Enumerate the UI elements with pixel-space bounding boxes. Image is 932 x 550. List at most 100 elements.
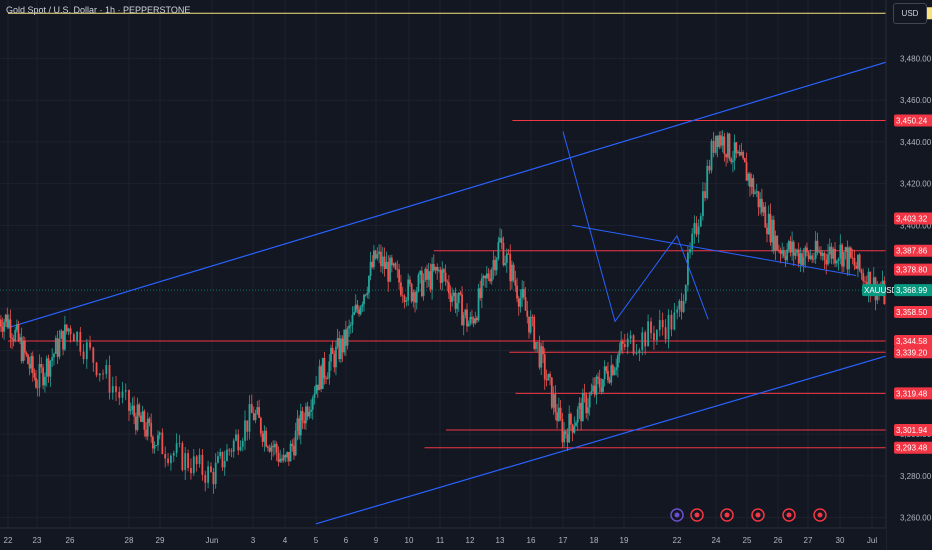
candle-body [344,329,347,346]
time-axis[interactable]: 22 23 26 28 29 Jun 3 4 5 6 9 10 11 12 13 16 17 18 19 22 24 25… [0,527,886,550]
candle-body [385,261,388,269]
price-chart[interactable]: 3,260.003,280.003,300.003,320.003,340.00… [0,0,932,550]
candle-body [98,373,101,376]
candle-body [655,330,658,341]
candle-body [373,250,375,268]
candle-body [195,456,198,465]
candle-body [578,402,581,410]
candle-body [412,292,415,302]
currency-button[interactable]: USD [893,3,927,24]
candle-body [298,418,301,436]
candle-body [348,325,351,329]
candle-body [608,380,611,383]
candle-body [148,418,151,423]
candle-body [712,140,715,153]
candle-body [737,151,739,154]
price-tag-label: 3,339.20 [896,348,928,357]
candle-body [306,406,309,417]
candle-body [797,249,800,264]
candle-body [228,449,231,451]
candle-body [519,297,522,307]
candle-body [67,328,70,332]
candle-body [587,407,589,414]
y-tick-label: 3,460.00 [900,96,932,105]
candle-body [390,257,393,266]
candle-body [524,297,527,311]
candle-body [832,248,835,259]
candle-body [420,270,423,297]
price-tag-label: 3,378.80 [896,266,928,275]
candle-body [801,253,803,266]
candle-body [526,310,529,317]
candle-body [762,206,765,213]
candle-body [102,373,104,375]
candle-body [590,391,593,395]
candle-body [161,432,164,455]
x-tick-label: 23 [33,536,42,545]
candle-body [405,300,408,302]
event-dot-icon [674,512,680,518]
candle-body [860,269,863,274]
candle-body [848,247,851,270]
candle-body [620,341,623,351]
candle-body [480,278,483,298]
candle-body [92,347,95,363]
candle-body [427,271,430,280]
candle-body [151,436,154,449]
candle-body [281,458,283,461]
candle-body [583,393,586,395]
candle-body [346,328,349,346]
candle-body [6,314,9,328]
grid [0,0,886,528]
candle-body [626,338,629,347]
candle-body [595,376,598,395]
event-icons[interactable] [670,508,827,522]
candle-body [474,318,477,324]
candle-body [353,312,355,315]
candle-body [343,329,346,353]
candle-body [484,275,487,279]
candle-body [495,258,498,271]
candle-body [779,250,782,254]
candle-body [497,242,500,259]
candle-body [613,369,616,375]
candle-body [804,247,807,258]
candle-body [512,264,515,281]
candle-body [764,206,767,228]
candle-body [818,251,821,253]
candle-body [328,361,331,378]
candle-body [533,316,536,349]
candle-body [210,466,212,472]
candle-body [270,445,273,452]
candle-body [364,294,367,296]
candle-body [459,292,462,295]
candle-body [356,304,359,310]
y-tick-label: 3,260.00 [900,514,932,523]
candle-body [376,254,379,259]
candle-body [615,367,618,370]
candle-body [394,263,397,269]
candle-body [844,247,847,252]
candle-body [504,262,507,266]
candle-body [157,435,159,446]
candle-body [605,366,608,371]
candle-body [552,394,555,408]
candle-body [787,241,790,250]
candle-body [855,265,858,269]
candle-body [708,165,711,171]
candle-body [277,452,280,462]
candle-body [699,216,702,227]
candle-body [380,251,382,267]
price-tag-label: 3,403.32 [896,214,928,223]
candle-body [749,173,751,187]
candle-body [482,275,485,279]
x-tick-label: 5 [314,536,319,545]
candle-body [821,252,824,256]
candle-body [718,135,721,148]
candle-body [303,420,306,424]
candle-body [561,418,564,443]
y-tick-label: 3,480.00 [900,54,932,63]
candle-body [336,338,339,347]
candle-body [678,300,681,310]
candle-body [47,358,50,377]
